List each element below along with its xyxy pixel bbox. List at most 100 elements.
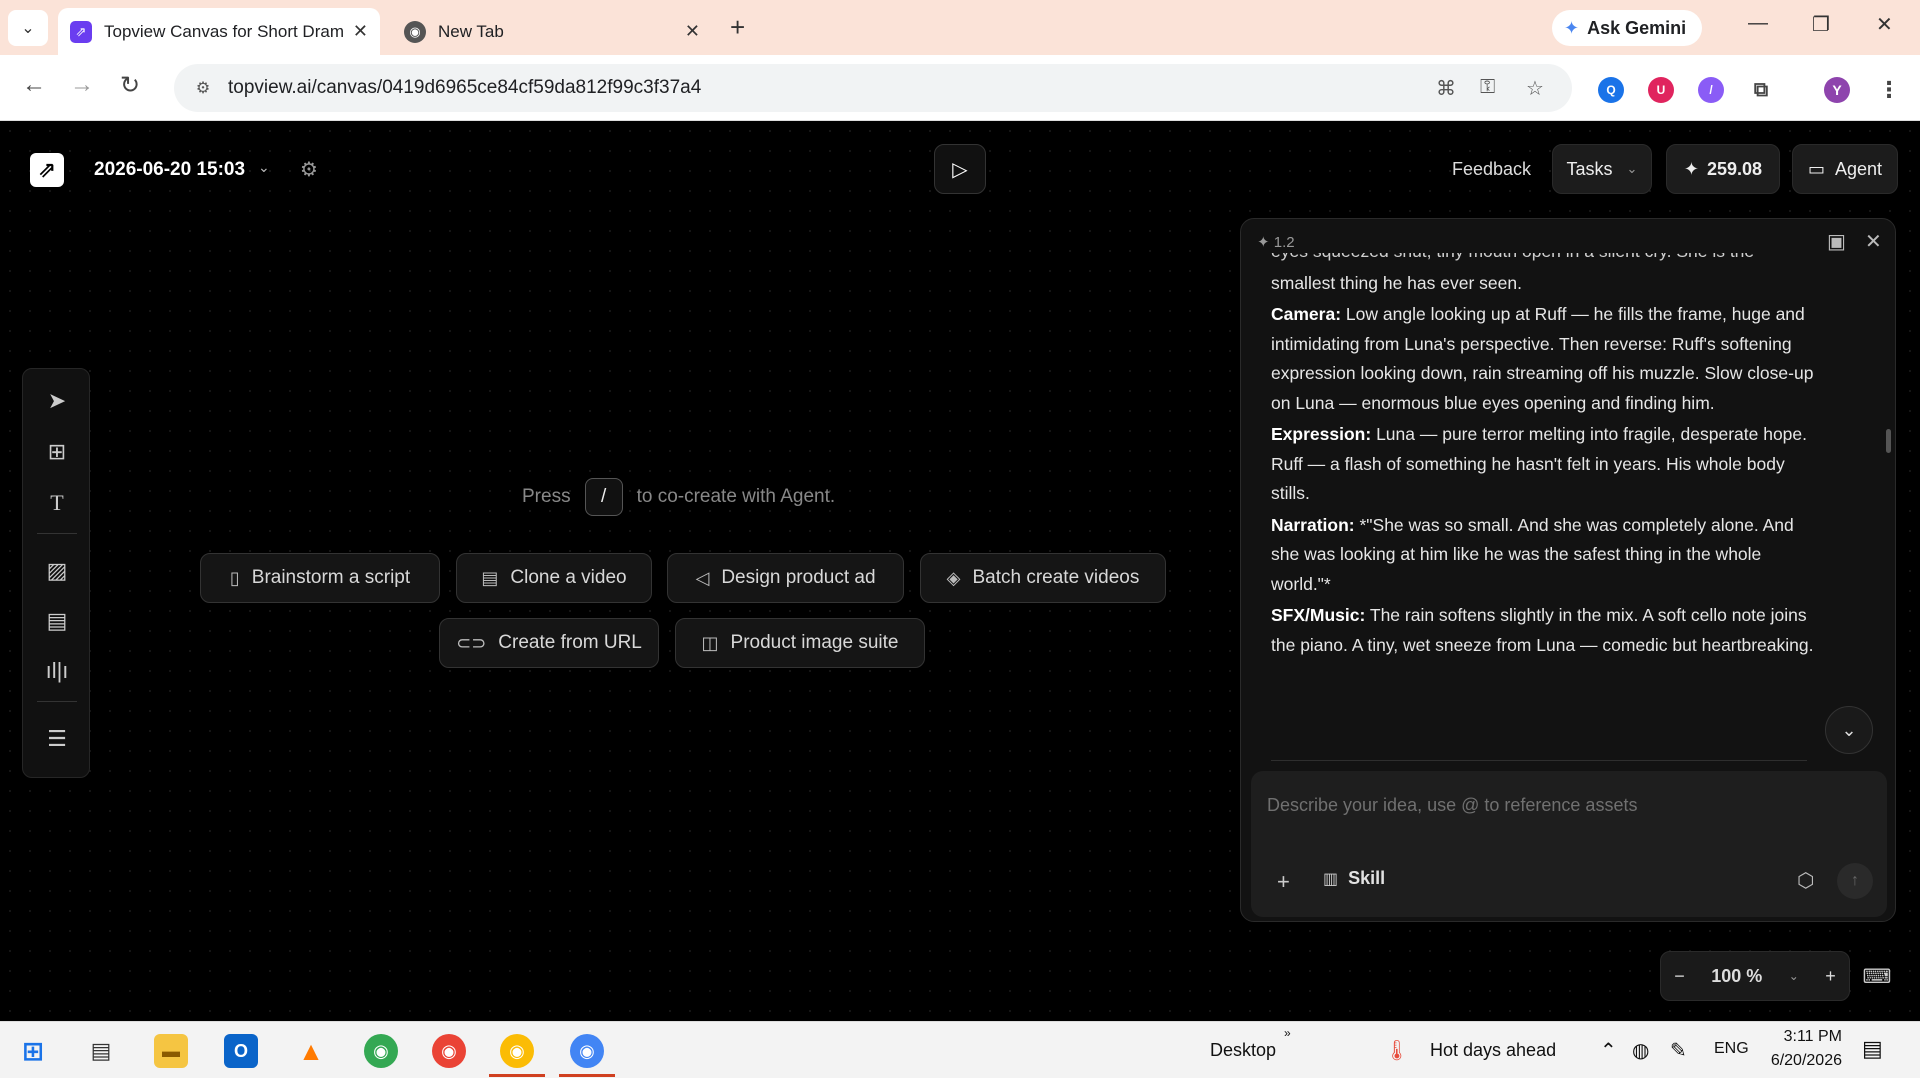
block-label: Narration: [1271,514,1355,535]
outlook-icon[interactable]: O [224,1034,258,1068]
extensions-puzzle-icon[interactable]: ⧉ [1748,77,1774,103]
tab-search-dropdown[interactable]: ⌄ [8,10,48,46]
chrome-remote-icon[interactable]: ◉ [570,1034,604,1068]
clock-time[interactable]: 3:11 PM [1772,1028,1842,1046]
extension-blue-icon[interactable]: Q [1598,77,1624,103]
message-line: smallest thing he has ever seen. [1271,272,1522,293]
send-button[interactable]: ↑ [1837,863,1873,899]
keyboard-shortcuts-icon[interactable]: ⌨ [1852,951,1902,1001]
desktop-toolbar[interactable]: Desktop [1210,1040,1276,1061]
toolbar-expand-icon[interactable]: » [1284,1026,1291,1040]
feedback-link[interactable]: Feedback [1452,159,1531,180]
zoom-level[interactable]: 100 % [1711,966,1762,987]
clock-date[interactable]: 6/20/2026 [1762,1052,1842,1070]
chrome-favicon-icon: ◉ [404,20,426,43]
zoom-in-icon[interactable]: + [1825,966,1836,987]
version-label: 1.2 [1273,234,1295,251]
clone-video-button[interactable]: ▤ Clone a video [456,553,652,603]
windows-start-icon[interactable]: ⊞ [16,1034,50,1068]
create-from-url-button[interactable]: ⊂⊃ Create from URL [439,618,659,668]
message-line: eyes squeezed shut, tiny mouth open in a… [1271,253,1821,267]
expand-panel-icon[interactable]: ▣ [1827,229,1846,254]
version-badge[interactable]: ✦ 1.2 [1257,233,1295,251]
site-info-icon[interactable]: ⚙ [190,75,216,101]
chrome-active-icon[interactable]: ◉ [500,1034,534,1068]
url-text[interactable]: topview.ai/canvas/0419d6965ce84cf59da812… [228,77,701,99]
scroll-to-bottom-button[interactable]: ⌄ [1825,706,1873,754]
layers-icon: ◈ [946,567,961,588]
task-view-icon[interactable]: ▤ [84,1034,118,1068]
image-generate-icon[interactable]: ▨ [23,551,91,591]
chat-scrollbar[interactable] [1886,429,1891,453]
extension-pen-icon[interactable]: / [1698,77,1724,103]
notification-icon[interactable]: ▤ [1862,1036,1883,1062]
tray-chevron-up-icon[interactable]: ⌃ [1600,1038,1617,1063]
play-button[interactable]: ▷ [934,144,986,194]
block-text: Low angle looking up at Ruff — he fills … [1271,304,1814,413]
left-toolbar: ➤ ⊞ T ▨ ▤ ıl|ı ☰ [22,368,90,778]
chip-label: Product image suite [730,632,899,653]
translate-icon[interactable]: ⌘ [1436,76,1456,101]
chevron-down-icon: ⌄ [1841,719,1857,740]
block-label: Expression: [1271,424,1372,444]
extension-shield-icon[interactable]: U [1648,77,1674,103]
restore-icon[interactable]: ❐ [1812,12,1830,37]
batch-create-videos-button[interactable]: ◈ Batch create videos [920,553,1166,603]
chevron-down-icon[interactable]: ⌄ [1789,969,1799,983]
chevron-down-icon[interactable]: ⌄ [258,159,270,176]
chrome-icon[interactable]: ◉ [364,1034,398,1068]
product-image-suite-button[interactable]: ◫ Product image suite [675,618,925,668]
text-tool-icon[interactable]: T [23,483,91,523]
block-label: Camera: [1271,304,1342,324]
close-panel-icon[interactable]: ✕ [1865,229,1882,254]
close-tab-icon[interactable]: ✕ [685,21,700,42]
ask-gemini-button[interactable]: ✦ Ask Gemini [1552,10,1702,46]
add-frame-icon[interactable]: ⊞ [23,432,91,472]
layers-stack-icon[interactable]: ☰ [23,719,91,759]
reload-icon[interactable]: ↻ [120,71,140,100]
bookmark-star-icon[interactable]: ☆ [1526,76,1544,101]
agent-button[interactable]: ▭ Agent [1792,144,1898,194]
prompt-input[interactable] [1267,785,1867,825]
omnibox[interactable]: ⚙ topview.ai/canvas/0419d6965ce84cf59da8… [174,64,1572,112]
address-bar-row: ← → ↻ ⚙ topview.ai/canvas/0419d6965ce84c… [0,55,1920,121]
audio-waveform-icon[interactable]: ıl|ı [23,651,91,691]
gemini-sparkle-icon: ✦ [1564,17,1580,38]
back-arrow-icon[interactable]: ← [22,71,46,99]
close-tab-icon[interactable]: ✕ [353,21,368,42]
settings-gear-icon[interactable]: ⚙ [300,157,318,182]
language-indicator[interactable]: ENG [1714,1040,1749,1058]
image-stack-icon: ◫ [701,632,719,653]
topview-logo-icon[interactable]: ⇗ [30,153,64,187]
minimize-icon[interactable]: — [1748,12,1768,35]
add-asset-plus-icon[interactable]: + [1277,869,1290,895]
message-block-camera: Camera: Low angle looking up at Ruff — h… [1271,300,1821,418]
weather-widget[interactable]: Hot days ahead [1430,1040,1556,1061]
network-icon[interactable]: ◍ [1632,1038,1649,1063]
zoom-out-icon[interactable]: − [1674,966,1685,987]
design-product-ad-button[interactable]: ◁ Design product ad [667,553,904,603]
password-key-icon[interactable]: ⚿ [1480,76,1495,99]
sparkle-plus-icon: ✦ [1683,158,1700,179]
brainstorm-script-button[interactable]: ▯ Brainstorm a script [200,553,440,603]
tasks-button[interactable]: Tasks ⌄ [1552,144,1652,194]
model-cube-icon[interactable]: ⬡ [1797,868,1814,893]
chrome-profile-icon[interactable]: ◉ [432,1034,466,1068]
vlc-cone-icon[interactable]: ▲ [294,1034,328,1068]
forward-arrow-icon[interactable]: → [70,71,94,99]
skill-button[interactable]: ▥ Skill [1323,868,1385,889]
video-clapper-icon[interactable]: ▤ [23,601,91,641]
play-icon: ▷ [952,158,968,181]
pen-icon[interactable]: ✎ [1670,1038,1687,1063]
tab-new-tab[interactable]: ◉ New Tab ✕ [392,8,712,55]
credits-button[interactable]: ✦ 259.08 [1666,144,1780,194]
tab-title: Topview Canvas for Short Dram [104,21,344,41]
tab-topview[interactable]: ⇗ Topview Canvas for Short Dram ✕ [58,8,380,55]
select-cursor-icon[interactable]: ➤ [23,381,91,421]
new-tab-plus-icon[interactable]: + [730,12,745,43]
file-explorer-icon[interactable]: ▬ [154,1034,188,1068]
window-close-icon[interactable]: ✕ [1876,12,1893,37]
profile-avatar[interactable]: Y [1824,77,1850,103]
project-title[interactable]: 2026-06-20 15:03 [94,159,245,181]
chrome-menu-icon[interactable]: ⋮ [1876,77,1902,103]
